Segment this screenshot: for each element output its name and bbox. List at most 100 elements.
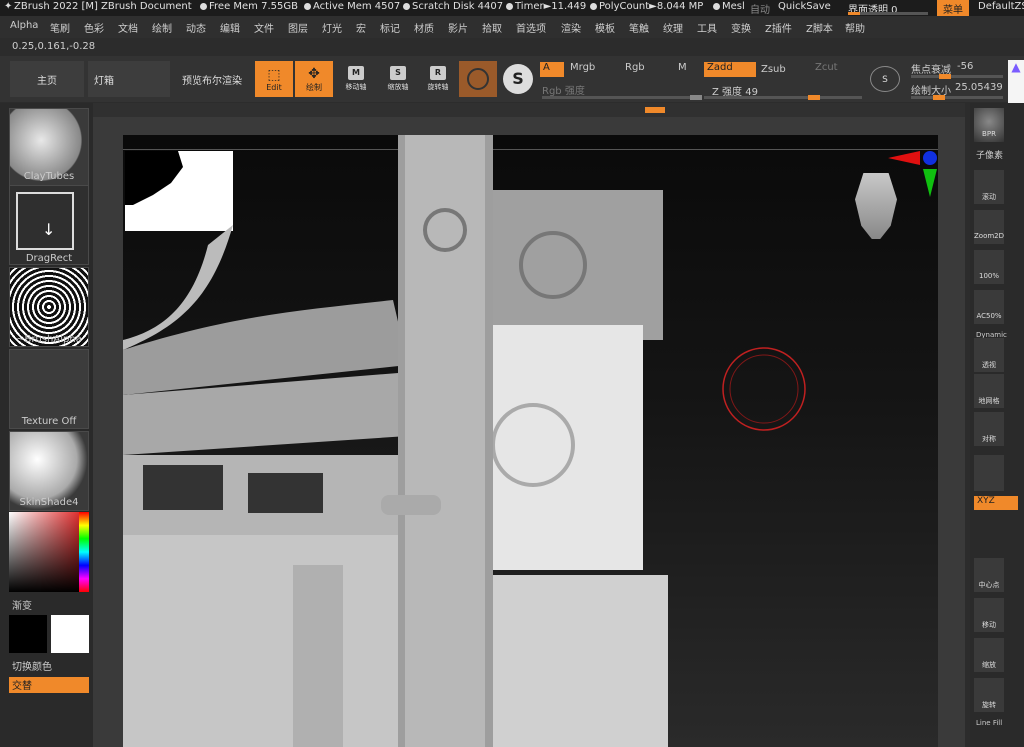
zoom-view-button[interactable]: 缩放 (974, 638, 1004, 672)
focal-shift-value: -56 (957, 61, 974, 72)
draw-button[interactable]: ✥ 绘制 (295, 61, 333, 97)
perspective-button[interactable]: 透视 (974, 338, 1004, 372)
menu-item[interactable]: 文件 (254, 20, 274, 35)
texture-name: Texture Off (21, 416, 77, 427)
rgb-intensity-label: Rgb 强度 (542, 86, 585, 97)
rgb-intensity-slider[interactable] (542, 95, 702, 100)
bpr-preview-button[interactable]: 预览布尔渲染 (172, 61, 252, 97)
lightbox-button[interactable]: 灯箱 (88, 61, 170, 97)
x-axis-arrow-icon (888, 151, 920, 165)
dot-icon (590, 3, 597, 10)
draw-size-slider[interactable] (911, 95, 1003, 100)
autosave-label: 自动 (750, 5, 770, 16)
menu-item[interactable]: 材质 (414, 20, 434, 35)
column-ring (381, 495, 441, 515)
menu-bar: Alpha 笔刷 色彩 文档 绘制 动态 编辑 文件 图层 灯光 宏 标记 材质… (0, 16, 1024, 38)
menu-item[interactable]: 笔刷 (50, 20, 70, 35)
scroll-indicator[interactable] (645, 107, 665, 113)
move-axis-button[interactable]: M 移动轴 (337, 61, 375, 97)
menu-item[interactable]: 首选项 (516, 20, 546, 35)
scroll-button[interactable]: 滚动 (974, 170, 1004, 204)
m-toggle[interactable]: M (678, 62, 687, 73)
dot-icon (403, 3, 410, 10)
subpixel-label[interactable]: 子像素 (976, 148, 1003, 161)
menu-item[interactable]: 色彩 (84, 20, 104, 35)
floor-button[interactable]: 地网格 (974, 374, 1004, 408)
mrgb-toggle[interactable]: Mrgb (570, 62, 595, 73)
actual-size-button[interactable]: 100% (974, 250, 1004, 284)
assistant-logo-icon: ▲ (1008, 60, 1024, 104)
material-name: SkinShade4 (19, 497, 79, 508)
ac50-button[interactable]: AC50% (974, 290, 1004, 324)
xyz-toggle[interactable]: XYZ (974, 496, 1018, 510)
menu-item[interactable]: 编辑 (220, 20, 240, 35)
menu-item[interactable]: 宏 (356, 20, 366, 35)
rgb-toggle[interactable]: Rgb (625, 62, 645, 73)
lock-icon[interactable] (974, 455, 1004, 491)
edit-icon: ⬚ (267, 66, 281, 83)
move-view-button[interactable]: 移动 (974, 598, 1004, 632)
rotate-view-button[interactable]: 旋转 (974, 678, 1004, 712)
rotate-axis-button[interactable]: R 旋转轴 (419, 61, 457, 97)
z-intensity-knob[interactable] (808, 95, 820, 100)
home-button[interactable]: 主页 (10, 61, 84, 97)
main-color-swatch[interactable] (9, 615, 47, 653)
secondary-color-swatch[interactable] (51, 615, 89, 653)
document-viewport[interactable] (123, 135, 938, 747)
menu-item[interactable]: 渲染 (561, 20, 581, 35)
frame-button[interactable]: 中心点 (974, 558, 1004, 592)
alternate-button[interactable]: 交替 (9, 677, 89, 693)
color-sphere-icon[interactable]: S (503, 64, 533, 94)
menu-item[interactable]: Z脚本 (806, 20, 833, 35)
menu-item[interactable]: 文档 (118, 20, 138, 35)
menu-item[interactable]: 影片 (448, 20, 468, 35)
menu-item[interactable]: Alpha (10, 20, 38, 31)
drag-rect-icon: ↓ (16, 192, 74, 250)
focal-shift-knob[interactable] (939, 74, 951, 79)
menu-item[interactable]: Z插件 (765, 20, 792, 35)
zoom2d-button[interactable]: Zoom2D (974, 210, 1004, 244)
scale-axis-button[interactable]: S 缩放轴 (379, 61, 417, 97)
menu-item[interactable]: 标记 (380, 20, 400, 35)
menu-item[interactable]: 图层 (288, 20, 308, 35)
linefill-label[interactable]: Line Fill (976, 719, 1002, 727)
edit-button[interactable]: ⬚ Edit (255, 61, 293, 97)
menu-item[interactable]: 帮助 (845, 20, 865, 35)
move-icon: M (348, 66, 364, 80)
zsub-toggle[interactable]: Zsub (761, 64, 786, 75)
focal-shift-slider[interactable] (911, 74, 1003, 79)
default-script[interactable]: DefaultZS (978, 1, 1024, 12)
menu-item[interactable]: 工具 (697, 20, 717, 35)
transparency-track[interactable] (848, 12, 928, 15)
a-toggle[interactable]: A (540, 62, 564, 77)
menu-button[interactable]: 菜单 (937, 0, 969, 16)
menu-item[interactable]: 绘制 (152, 20, 172, 35)
wall-pilaster (293, 565, 343, 747)
menu-item[interactable]: 纹理 (663, 20, 683, 35)
menu-item[interactable]: 笔触 (629, 20, 649, 35)
menu-item[interactable]: 拾取 (482, 20, 502, 35)
brush-cursor-inner (729, 354, 799, 424)
lazy-mouse-icon[interactable]: S (870, 66, 900, 92)
hue-strip[interactable] (79, 512, 89, 592)
rgb-intensity-knob[interactable] (690, 95, 702, 100)
swap-color-button[interactable]: 切换颜色 (12, 658, 52, 673)
menu-item[interactable]: 灯光 (322, 20, 342, 35)
bpr-button[interactable]: BPR (974, 108, 1004, 142)
app-title: ZBrush 2022 [M] (14, 1, 98, 12)
y-axis-arrow-icon (923, 169, 937, 197)
material-sphere-icon (467, 68, 489, 90)
transparency-knob[interactable] (848, 12, 860, 15)
zadd-toggle[interactable]: Zadd (704, 62, 756, 77)
zcut-toggle[interactable]: Zcut (815, 62, 838, 73)
color-picker[interactable] (9, 512, 89, 592)
draw-size-knob[interactable] (933, 95, 945, 100)
quicksave-button[interactable]: QuickSave (778, 1, 831, 12)
material-button[interactable] (459, 61, 497, 97)
local-symmetry-button[interactable]: 对称 (974, 412, 1004, 446)
menu-item[interactable]: 动态 (186, 20, 206, 35)
menu-item[interactable]: 变换 (731, 20, 751, 35)
z-intensity-slider[interactable] (704, 95, 862, 100)
gradient-label[interactable]: 渐变 (12, 597, 32, 612)
menu-item[interactable]: 模板 (595, 20, 615, 35)
